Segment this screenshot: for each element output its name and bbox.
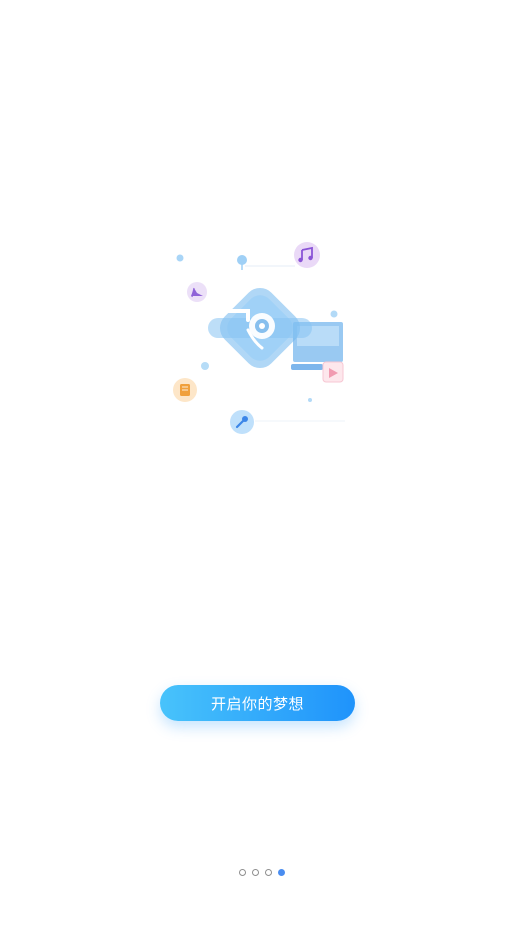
page-indicator-dot-1[interactable] [238, 869, 246, 876]
decor-dot [330, 310, 338, 318]
page-indicator-dot-2[interactable] [251, 869, 259, 876]
page-indicator-dot-4-active[interactable] [277, 869, 285, 876]
page-indicator-dot-3[interactable] [264, 869, 272, 876]
music-note-icon [294, 242, 320, 268]
onboarding-screen: 开启你的梦想 [0, 0, 523, 932]
book-icon [173, 378, 197, 402]
page-indicator [0, 869, 523, 879]
decor-dot [201, 362, 209, 370]
start-dream-button[interactable]: 开启你的梦想 [160, 685, 355, 721]
decor-dot [176, 254, 184, 262]
decor-dot [308, 398, 312, 402]
high-heel-icon [187, 282, 207, 302]
microphone-icon [230, 410, 254, 434]
video-card-icon [322, 361, 344, 383]
onboarding-illustration [165, 236, 355, 436]
